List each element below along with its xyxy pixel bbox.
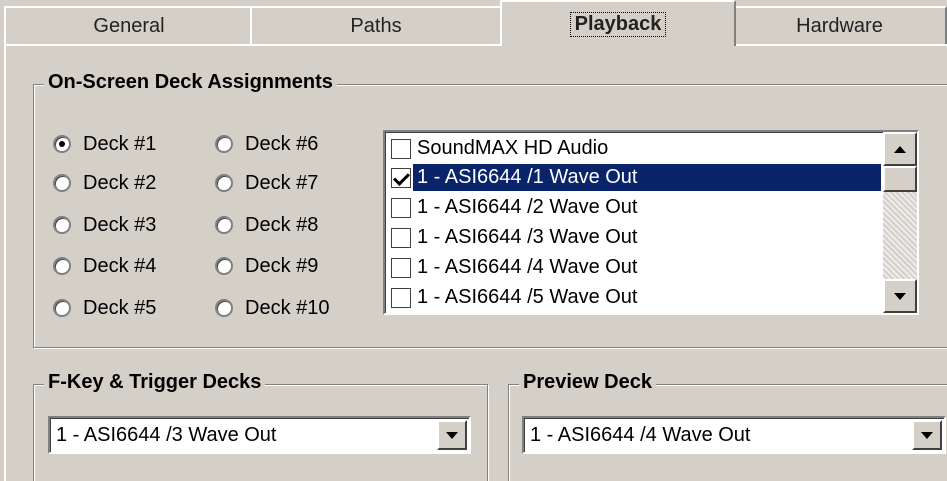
checkbox[interactable] <box>391 197 411 218</box>
radio-deck-6[interactable]: Deck #6 <box>215 132 318 156</box>
list-item[interactable]: 1 - ASI6644 /5 Wave Out <box>385 283 881 312</box>
radio-deck-5[interactable]: Deck #5 <box>53 296 156 320</box>
radio-label: Deck #1 <box>83 132 157 155</box>
tab-playback[interactable]: Playback <box>500 0 736 46</box>
list-item-label: SoundMAX HD Audio <box>417 137 609 159</box>
radio-label: Deck #4 <box>83 254 157 277</box>
checkbox[interactable] <box>391 287 411 308</box>
preview-deck-select[interactable]: 1 - ASI6644 /4 Wave Out <box>522 416 946 454</box>
preview-deck-title: Preview Deck <box>519 371 656 394</box>
tab-strip: General Paths Hardware Playback <box>0 0 947 46</box>
arrow-up-icon <box>894 145 906 153</box>
list-item-label: 1 - ASI6644 /2 Wave Out <box>417 196 638 218</box>
scroll-down-button[interactable] <box>883 279 917 313</box>
list-item-label: 1 - ASI6644 /3 Wave Out <box>417 226 638 248</box>
radio-deck-8[interactable]: Deck #8 <box>215 213 318 237</box>
tab-playback-label: Playback <box>569 11 667 37</box>
dropdown-button[interactable] <box>437 420 467 450</box>
list-item[interactable]: 1 - ASI6644 /3 Wave Out <box>385 223 881 252</box>
fkey-trigger-value: 1 - ASI6644 /3 Wave Out <box>56 423 277 446</box>
list-scrollbar[interactable] <box>883 132 917 313</box>
checkbox[interactable] <box>391 138 411 159</box>
radio-deck-3[interactable]: Deck #3 <box>53 213 156 237</box>
dropdown-button[interactable] <box>912 420 942 450</box>
radio-checked-icon <box>53 135 71 153</box>
radio-label: Deck #2 <box>83 171 157 194</box>
fkey-trigger-select[interactable]: 1 - ASI6644 /3 Wave Out <box>48 416 471 454</box>
checkbox[interactable] <box>391 167 411 188</box>
tab-general[interactable]: General <box>4 6 254 44</box>
radio-unchecked-icon <box>53 216 71 234</box>
tab-paths-label: Paths <box>350 14 402 37</box>
chevron-down-icon <box>921 431 933 439</box>
tab-paths[interactable]: Paths <box>250 6 502 44</box>
tab-hardware[interactable]: Hardware <box>732 6 947 44</box>
radio-unchecked-icon <box>215 257 233 275</box>
fkey-trigger-title: F-Key & Trigger Decks <box>44 371 266 394</box>
radio-unchecked-icon <box>215 135 233 153</box>
radio-unchecked-icon <box>215 174 233 192</box>
radio-deck-2[interactable]: Deck #2 <box>53 171 156 195</box>
scroll-thumb[interactable] <box>883 166 917 192</box>
radio-deck-10[interactable]: Deck #10 <box>215 296 330 320</box>
checkbox[interactable] <box>391 227 411 248</box>
device-listbox[interactable]: SoundMAX HD Audio 1 - ASI6644 /1 Wave Ou… <box>383 130 919 315</box>
radio-unchecked-icon <box>215 299 233 317</box>
radio-label: Deck #3 <box>83 213 157 236</box>
radio-label: Deck #6 <box>245 132 319 155</box>
deck-assignments-title: On-Screen Deck Assignments <box>44 71 337 94</box>
list-item[interactable]: 1 - ASI6644 /2 Wave Out <box>385 193 881 222</box>
tab-general-label: General <box>93 14 165 37</box>
radio-deck-9[interactable]: Deck #9 <box>215 254 318 278</box>
list-item[interactable]: SoundMAX HD Audio <box>385 134 881 163</box>
radio-label: Deck #9 <box>245 254 319 277</box>
tab-hardware-label: Hardware <box>796 14 883 37</box>
list-item[interactable]: 1 - ASI6644 /1 Wave Out <box>385 163 881 192</box>
chevron-down-icon <box>446 431 458 439</box>
radio-unchecked-icon <box>215 216 233 234</box>
list-item[interactable]: 1 - ASI6644 /4 Wave Out <box>385 253 881 282</box>
list-item-label: 1 - ASI6644 /4 Wave Out <box>417 256 638 278</box>
radio-unchecked-icon <box>53 299 71 317</box>
radio-deck-7[interactable]: Deck #7 <box>215 171 318 195</box>
arrow-down-icon <box>894 292 906 300</box>
radio-label: Deck #7 <box>245 171 319 194</box>
scroll-up-button[interactable] <box>883 132 917 166</box>
radio-label: Deck #10 <box>245 296 330 319</box>
radio-deck-4[interactable]: Deck #4 <box>53 254 156 278</box>
radio-unchecked-icon <box>53 257 71 275</box>
radio-deck-1[interactable]: Deck #1 <box>53 132 156 156</box>
checkbox[interactable] <box>391 257 411 278</box>
list-item-label: 1 - ASI6644 /5 Wave Out <box>417 286 638 308</box>
radio-label: Deck #5 <box>83 296 157 319</box>
preview-deck-value: 1 - ASI6644 /4 Wave Out <box>530 423 751 446</box>
list-item-label: 1 - ASI6644 /1 Wave Out <box>413 164 881 191</box>
radio-label: Deck #8 <box>245 213 319 236</box>
radio-unchecked-icon <box>53 174 71 192</box>
